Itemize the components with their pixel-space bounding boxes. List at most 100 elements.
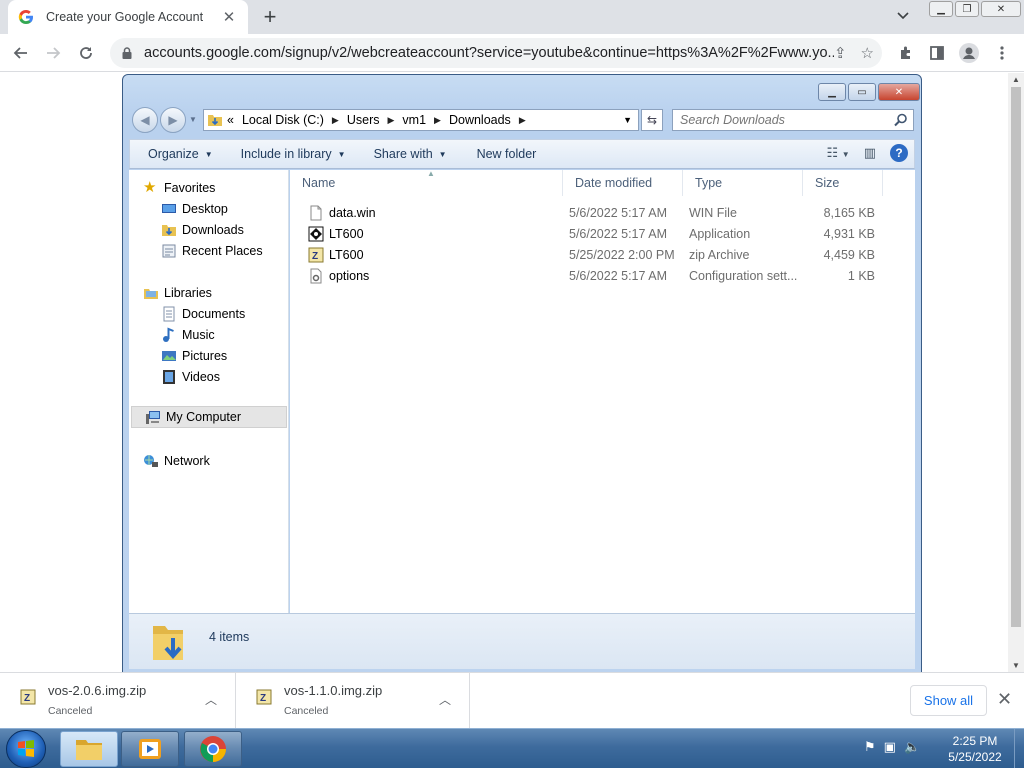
- nav-pictures[interactable]: Pictures: [161, 346, 227, 366]
- breadcrumb-users[interactable]: Users: [347, 113, 380, 127]
- nav-music[interactable]: Music: [161, 325, 215, 345]
- svg-text:Z: Z: [24, 693, 30, 704]
- extensions-puzzle-icon[interactable]: [895, 42, 917, 64]
- tab-title: Create your Google Account: [46, 10, 204, 24]
- forward-arrow-icon[interactable]: [42, 42, 64, 64]
- windows-logo-icon: [18, 740, 34, 757]
- nav-documents[interactable]: Documents: [161, 304, 245, 324]
- tab-search-chevron-icon[interactable]: [896, 8, 910, 25]
- download-status: Canceled: [48, 705, 93, 717]
- nav-my-computer[interactable]: My Computer: [131, 406, 287, 428]
- recent-pages-chevron-icon[interactable]: ▼: [189, 115, 197, 124]
- nav-network[interactable]: Network: [143, 451, 210, 471]
- close-shelf-icon[interactable]: ✕: [997, 689, 1012, 710]
- organize-menu[interactable]: Organize ▼: [148, 147, 213, 161]
- explorer-search-box[interactable]: [672, 109, 914, 131]
- address-bar[interactable]: accounts.google.com/signup/v2/webcreatea…: [110, 38, 882, 68]
- scroll-down-arrow-icon[interactable]: ▼: [1012, 661, 1020, 670]
- restore-button[interactable]: ❐: [955, 1, 979, 17]
- column-header-type[interactable]: Type: [683, 170, 803, 196]
- volume-icon[interactable]: 🔈: [904, 739, 920, 755]
- action-center-flag-icon[interactable]: ⚑: [864, 739, 876, 755]
- nav-downloads[interactable]: Downloads: [161, 220, 244, 240]
- preview-pane-icon[interactable]: ▥: [864, 145, 876, 161]
- browser-tab[interactable]: Create your Google Account ✕: [8, 0, 248, 34]
- explorer-maximize-button[interactable]: ▭: [848, 83, 876, 101]
- tab-close-icon[interactable]: ✕: [220, 8, 238, 26]
- dropdown-arrow-icon: ▼: [337, 149, 346, 159]
- system-clock[interactable]: 2:25 PM 5/25/2022: [940, 733, 1010, 765]
- network-tray-icon[interactable]: ▣: [884, 739, 896, 755]
- breadcrumb-downloads[interactable]: Downloads: [449, 113, 511, 127]
- explorer-back-icon[interactable]: ◀: [132, 107, 158, 133]
- taskbar-media-player-button[interactable]: [121, 731, 179, 767]
- breadcrumb-separator-icon[interactable]: ▶: [434, 115, 441, 126]
- share-icon[interactable]: ⇪: [834, 44, 847, 62]
- reload-icon[interactable]: [75, 42, 97, 64]
- breadcrumb-separator-icon[interactable]: ▶: [388, 115, 395, 126]
- explorer-minimize-button[interactable]: ▁: [818, 83, 846, 101]
- new-folder-button[interactable]: New folder: [477, 147, 537, 161]
- breadcrumb-overflow[interactable]: «: [227, 113, 234, 127]
- chrome-menu-kebab-icon[interactable]: [991, 42, 1013, 64]
- back-arrow-icon[interactable]: [10, 42, 32, 64]
- start-button[interactable]: [6, 730, 46, 768]
- new-tab-button[interactable]: +: [258, 5, 282, 29]
- explorer-address-bar[interactable]: « Local Disk (C:) ▶ Users ▶ vm1 ▶ Downlo…: [203, 109, 639, 131]
- file-date: 5/6/2022 5:17 AM: [569, 268, 667, 283]
- column-header-date-modified[interactable]: Date modified: [563, 170, 683, 196]
- breadcrumb-local-disk[interactable]: Local Disk (C:): [242, 113, 324, 127]
- include-in-library-label: Include in library: [240, 147, 332, 161]
- search-downloads-input[interactable]: [680, 113, 894, 127]
- file-row[interactable]: LT600 5/6/2022 5:17 AM Application 4,931…: [290, 223, 915, 244]
- show-desktop-button[interactable]: [1014, 729, 1024, 768]
- bookmark-star-icon[interactable]: ☆: [861, 44, 874, 62]
- page-scrollbar[interactable]: ▲ ▼: [1008, 73, 1024, 672]
- share-with-menu[interactable]: Share with ▼: [374, 147, 447, 161]
- file-size: 1 KB: [847, 268, 875, 283]
- address-dropdown-icon[interactable]: ▼: [623, 115, 632, 125]
- show-all-button[interactable]: Show all: [910, 685, 987, 716]
- new-folder-label: New folder: [476, 147, 537, 161]
- downloads-folder-icon: [208, 115, 222, 126]
- breadcrumb-vm1[interactable]: vm1: [402, 113, 426, 127]
- explorer-forward-icon[interactable]: ▶: [160, 107, 186, 133]
- nav-recent-places[interactable]: Recent Places: [161, 241, 263, 261]
- minimize-button[interactable]: ▁: [929, 1, 953, 17]
- close-window-button[interactable]: ✕: [981, 1, 1021, 17]
- nav-network-label: Network: [164, 454, 210, 468]
- scroll-up-arrow-icon[interactable]: ▲: [1012, 75, 1020, 84]
- file-row[interactable]: Z LT600 5/25/2022 2:00 PM zip Archive 4,4…: [290, 244, 915, 265]
- breadcrumb-separator-icon[interactable]: ▶: [519, 115, 526, 126]
- download-item[interactable]: Z vos-2.0.6.img.zip Canceled ︿: [0, 673, 236, 728]
- page-scrollbar-thumb[interactable]: [1011, 87, 1021, 627]
- include-in-library-menu[interactable]: Include in library ▼: [241, 147, 346, 161]
- side-panel-icon[interactable]: [926, 42, 948, 64]
- taskbar-chrome-button[interactable]: [184, 731, 242, 767]
- explorer-refresh-icon[interactable]: ⇆: [641, 109, 663, 131]
- download-item[interactable]: Z vos-1.1.0.img.zip Canceled ︿: [236, 673, 470, 728]
- taskbar-explorer-button[interactable]: [60, 731, 118, 767]
- blank-file-icon: [310, 205, 322, 220]
- explorer-close-button[interactable]: ✕: [878, 83, 920, 101]
- file-list-scrollbar[interactable]: [905, 170, 915, 613]
- download-options-chevron-icon[interactable]: ︿: [439, 691, 451, 708]
- column-header-size[interactable]: Size: [803, 170, 883, 196]
- download-options-chevron-icon[interactable]: ︿: [205, 691, 217, 708]
- search-icon[interactable]: [894, 113, 908, 127]
- help-icon[interactable]: ?: [890, 144, 908, 162]
- change-view-icon[interactable]: ☷ ▼: [827, 145, 850, 161]
- chrome-tab-strip: Create your Google Account ✕ + ▁ ❐ ✕: [0, 0, 1024, 34]
- nav-favorites[interactable]: ★ Favorites: [143, 178, 215, 198]
- nav-videos[interactable]: Videos: [161, 367, 220, 387]
- column-header-name[interactable]: Name ▲: [290, 169, 563, 196]
- file-row[interactable]: data.win 5/6/2022 5:17 AM WIN File 8,165…: [290, 202, 915, 223]
- profile-avatar-icon[interactable]: [958, 42, 980, 64]
- nav-libraries[interactable]: Libraries: [143, 283, 212, 303]
- file-list-pane: Name ▲ Date modified Type Size data.win …: [290, 169, 915, 613]
- organize-label: Organize: [148, 147, 199, 161]
- nav-desktop[interactable]: Desktop: [161, 199, 228, 219]
- breadcrumb-separator-icon[interactable]: ▶: [332, 115, 339, 126]
- nav-my-computer-label: My Computer: [166, 410, 242, 424]
- file-row[interactable]: options 5/6/2022 5:17 AM Configuration s…: [290, 265, 915, 286]
